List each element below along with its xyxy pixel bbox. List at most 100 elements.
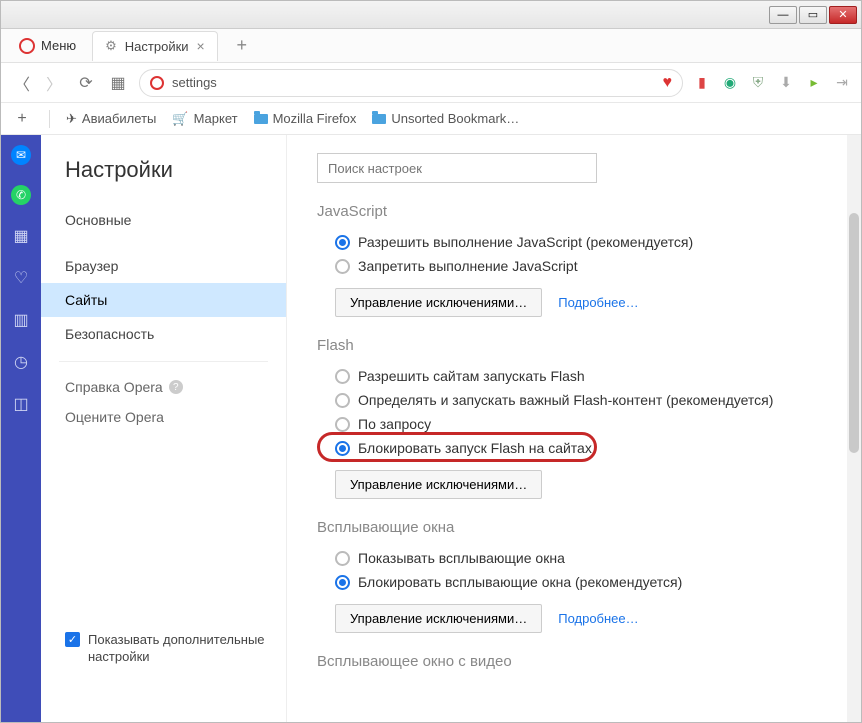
- flash-allow-radio[interactable]: Разрешить сайтам запускать Flash: [317, 364, 831, 388]
- extension-icon-2[interactable]: ◉: [721, 74, 739, 92]
- bookmark-unsorted[interactable]: Unsorted Bookmark…: [372, 111, 519, 126]
- divider: [49, 110, 50, 128]
- radio-icon: [335, 259, 350, 274]
- extensions-icon[interactable]: ◫: [10, 393, 32, 415]
- reload-button[interactable]: ⟳: [75, 72, 97, 94]
- section-heading-flash: Flash: [317, 337, 831, 354]
- sidebar-toggle-icon[interactable]: ⇥: [833, 74, 851, 92]
- close-button[interactable]: ✕: [829, 6, 857, 24]
- opera-logo-icon: [19, 38, 35, 54]
- popups-manage-exceptions-button[interactable]: Управление исключениями…: [335, 604, 542, 633]
- popups-block-radio[interactable]: Блокировать всплывающие окна (рекомендуе…: [317, 570, 831, 594]
- radio-label: Показывать всплывающие окна: [358, 550, 565, 566]
- bookmark-label: Маркет: [194, 111, 238, 126]
- section-heading-javascript: JavaScript: [317, 203, 831, 220]
- menu-label: Меню: [41, 38, 76, 53]
- toolbar: 〈 〉 ⟳ ▦ ♥ ▮ ◉ ⛨ ⬇ ▸ ⇥: [1, 63, 861, 103]
- news-icon[interactable]: ▥: [10, 309, 32, 331]
- extension-icon-4[interactable]: ▸: [805, 74, 823, 92]
- settings-content: Настройки Основные Браузер Сайты Безопас…: [41, 135, 861, 722]
- radio-icon: [335, 393, 350, 408]
- folder-icon: [254, 114, 268, 124]
- js-allow-radio[interactable]: Разрешить выполнение JavaScript (рекомен…: [317, 230, 831, 254]
- show-advanced-checkbox[interactable]: ✓ Показывать дополнительные настройки: [65, 632, 268, 666]
- opera-logo-icon: [150, 76, 164, 90]
- maximize-button[interactable]: ▭: [799, 6, 827, 24]
- radio-icon: [335, 417, 350, 432]
- settings-search-input[interactable]: [317, 153, 597, 183]
- tabs-bar: Меню ⚙ Настройки × +: [1, 29, 861, 63]
- address-bar[interactable]: ♥: [139, 69, 683, 97]
- back-button[interactable]: 〈: [11, 72, 33, 94]
- bookmark-label: Mozilla Firefox: [273, 111, 357, 126]
- js-more-link[interactable]: Подробнее…: [558, 295, 638, 310]
- new-tab-button[interactable]: +: [228, 34, 256, 58]
- divider: [59, 361, 268, 362]
- bookmark-mozilla[interactable]: Mozilla Firefox: [254, 111, 357, 126]
- heart-icon[interactable]: ♡: [10, 267, 32, 289]
- forward-button[interactable]: 〉: [43, 72, 65, 94]
- flash-manage-exceptions-button[interactable]: Управление исключениями…: [335, 470, 542, 499]
- opera-menu-button[interactable]: Меню: [9, 34, 86, 58]
- download-icon[interactable]: ⬇: [777, 74, 795, 92]
- plane-icon: ✈: [66, 111, 77, 127]
- radio-icon: [335, 369, 350, 384]
- history-icon[interactable]: ◷: [10, 351, 32, 373]
- add-bookmark-button[interactable]: +: [11, 108, 33, 130]
- advanced-label: Показывать дополнительные настройки: [88, 632, 268, 666]
- settings-sidebar: Настройки Основные Браузер Сайты Безопас…: [41, 135, 287, 722]
- nav-item-basic[interactable]: Основные: [41, 203, 286, 237]
- flash-detect-radio[interactable]: Определять и запускать важный Flash-конт…: [317, 388, 831, 412]
- flash-ondemand-radio[interactable]: По запросу: [317, 412, 831, 436]
- extension-icon-3[interactable]: ⛨: [749, 74, 767, 92]
- nav-item-sites[interactable]: Сайты: [41, 283, 286, 317]
- speed-dial-button[interactable]: ▦: [107, 72, 129, 94]
- js-manage-exceptions-button[interactable]: Управление исключениями…: [335, 288, 542, 317]
- bookmark-market[interactable]: 🛒 Маркет: [172, 111, 237, 127]
- url-input[interactable]: [172, 75, 655, 90]
- radio-selected-icon: [335, 235, 350, 250]
- section-heading-video-popup: Всплывающее окно с видео: [317, 653, 831, 670]
- scrollbar-thumb[interactable]: [849, 213, 859, 453]
- scrollbar-track[interactable]: [847, 135, 861, 722]
- popups-more-link[interactable]: Подробнее…: [558, 611, 638, 626]
- popups-show-radio[interactable]: Показывать всплывающие окна: [317, 546, 831, 570]
- whatsapp-icon[interactable]: ✆: [11, 185, 31, 205]
- section-heading-popups: Всплывающие окна: [317, 519, 831, 536]
- js-deny-radio[interactable]: Запретить выполнение JavaScript: [317, 254, 831, 278]
- bookmark-label: Авиабилеты: [82, 111, 156, 126]
- radio-selected-icon: [335, 575, 350, 590]
- radio-label: Запретить выполнение JavaScript: [358, 258, 578, 274]
- gear-icon: ⚙: [105, 38, 117, 54]
- help-label: Справка Opera: [65, 379, 163, 395]
- radio-icon: [335, 551, 350, 566]
- tab-title: Настройки: [125, 39, 189, 54]
- folder-icon: [372, 114, 386, 124]
- tab-settings[interactable]: ⚙ Настройки ×: [92, 31, 218, 61]
- bookmarks-bar: + ✈ Авиабилеты 🛒 Маркет Mozilla Firefox …: [1, 103, 861, 135]
- bookmark-label: Unsorted Bookmark…: [391, 111, 519, 126]
- heart-icon[interactable]: ♥: [663, 74, 673, 92]
- nav-item-browser[interactable]: Браузер: [41, 249, 286, 283]
- nav-item-security[interactable]: Безопасность: [41, 317, 286, 351]
- page-title: Настройки: [41, 157, 286, 203]
- radio-label: Разрешить выполнение JavaScript (рекомен…: [358, 234, 693, 250]
- radio-selected-icon: [335, 441, 350, 456]
- minimize-button[interactable]: —: [769, 6, 797, 24]
- radio-label: Блокировать всплывающие окна (рекомендуе…: [358, 574, 682, 590]
- radio-label: Разрешить сайтам запускать Flash: [358, 368, 585, 384]
- checkbox-checked-icon: ✓: [65, 632, 80, 647]
- cart-icon: 🛒: [172, 111, 188, 127]
- tab-close-icon[interactable]: ×: [197, 38, 205, 54]
- extension-icon-1[interactable]: ▮: [693, 74, 711, 92]
- rate-opera-link[interactable]: Оцените Opera: [41, 402, 286, 432]
- messenger-icon[interactable]: ✉: [11, 145, 31, 165]
- bookmark-aviatickets[interactable]: ✈ Авиабилеты: [66, 111, 156, 127]
- settings-panel: JavaScript Разрешить выполнение JavaScri…: [287, 135, 861, 722]
- opera-sidebar: ✉ ✆ ▦ ♡ ▥ ◷ ◫: [1, 135, 41, 722]
- flash-block-radio[interactable]: Блокировать запуск Flash на сайтах: [317, 436, 831, 460]
- radio-label: Блокировать запуск Flash на сайтах: [358, 440, 592, 456]
- window-titlebar: — ▭ ✕: [1, 1, 861, 29]
- help-opera-link[interactable]: Справка Opera ?: [41, 372, 286, 402]
- speed-dial-icon[interactable]: ▦: [10, 225, 32, 247]
